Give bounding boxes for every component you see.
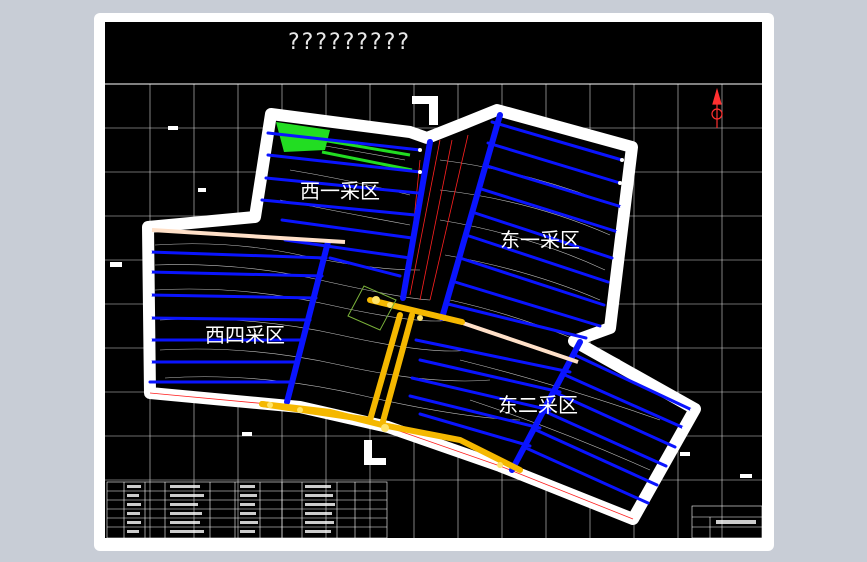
zone-label-west-one: 西一采区 bbox=[300, 179, 380, 203]
drawing-title: ????????? bbox=[288, 30, 412, 55]
zone-label-east-two: 东二采区 bbox=[498, 393, 578, 417]
title-block-text bbox=[716, 520, 756, 524]
zone-label-east-one: 东一采区 bbox=[500, 228, 580, 252]
mine-plan-drawing bbox=[105, 22, 763, 539]
zone-label-west-four: 西四采区 bbox=[205, 323, 285, 347]
